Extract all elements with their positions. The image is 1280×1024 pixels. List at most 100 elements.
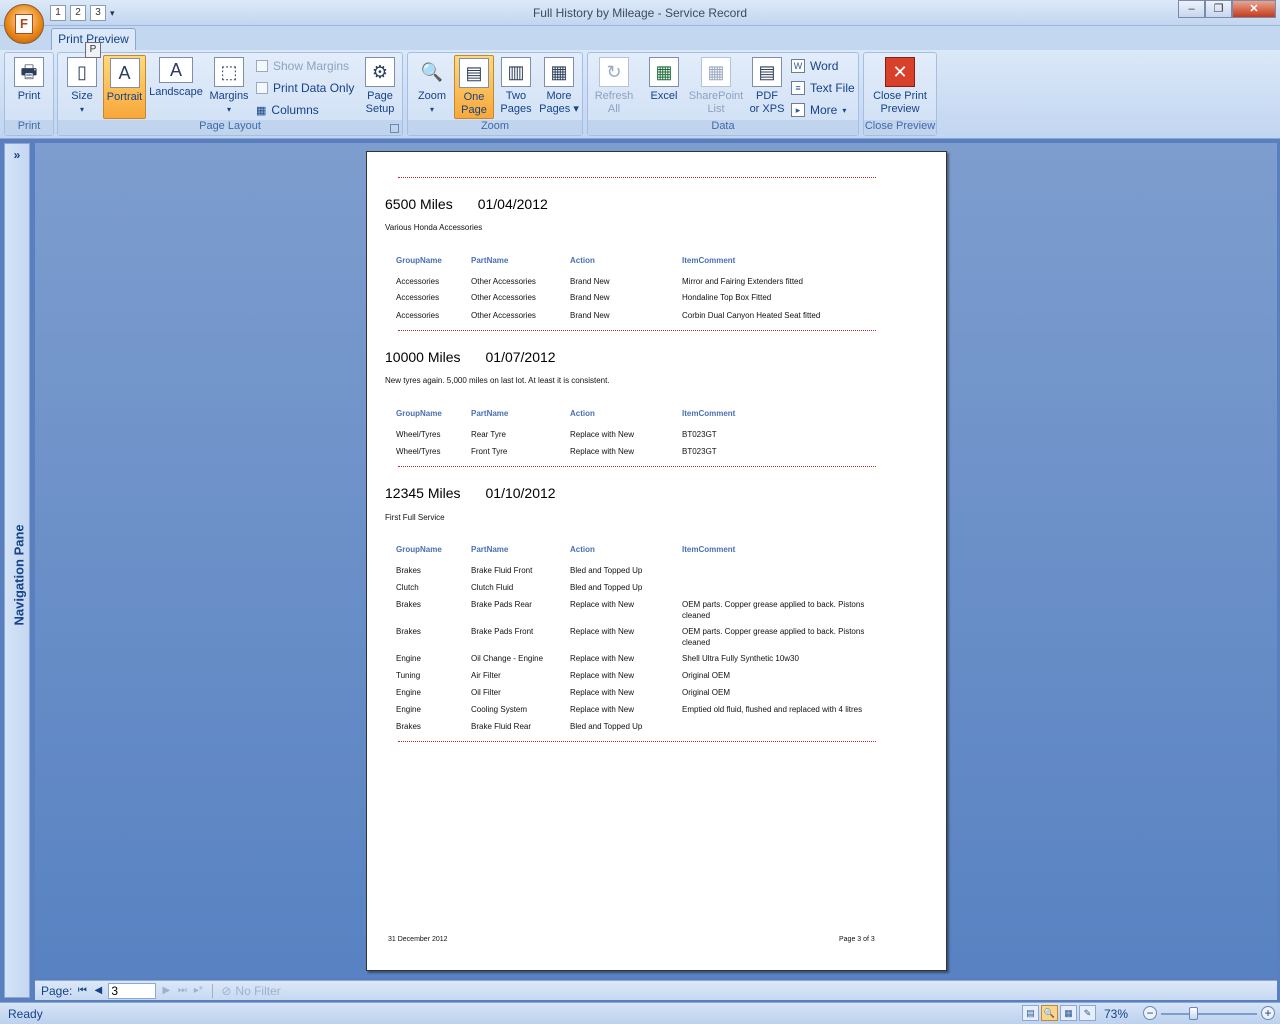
next-page-icon[interactable]: ▶	[160, 985, 172, 996]
table-cell: Accessories	[396, 311, 440, 320]
previous-page-icon[interactable]: ◀	[92, 985, 104, 996]
divider	[212, 983, 214, 998]
group-print: 🖶 Print Print	[4, 52, 54, 136]
section-heading: 10000 Miles 01/07/2012	[385, 349, 556, 365]
zoom-label: Zoom	[417, 90, 447, 102]
column-header: GroupName	[396, 545, 442, 554]
footer-date: 31 December 2012	[388, 936, 448, 943]
page-setup-button[interactable]: ⚙ Page Setup	[360, 55, 400, 116]
table-cell: Emptied old fluid, flushed and replaced …	[682, 705, 863, 714]
excel-export-button[interactable]: ▦ Excel	[644, 55, 684, 103]
text-file-export-button[interactable]: ≡ Text File	[791, 81, 855, 95]
qat-key-1[interactable]: 1	[50, 5, 66, 21]
report-view-icon[interactable]: ▤	[1022, 1005, 1039, 1021]
columns-icon: ▦	[256, 104, 267, 117]
zoom-in-button[interactable]: +	[1261, 1006, 1275, 1020]
zoom-slider-thumb[interactable]	[1189, 1007, 1198, 1020]
magnifier-icon: 🔍	[420, 61, 444, 82]
navigation-pane[interactable]: » Navigation Pane	[4, 143, 30, 998]
close-window-button[interactable]: ✕	[1232, 0, 1276, 18]
one-page-button[interactable]: ▤ One Page	[454, 55, 494, 119]
table-cell: Wheel/Tyres	[396, 430, 441, 439]
refresh-all-button[interactable]: ↻ Refresh All	[592, 55, 636, 116]
qat-key-3[interactable]: 3	[90, 5, 106, 21]
portrait-label: Portrait	[106, 91, 143, 103]
page-setup-label-2: Setup	[365, 103, 395, 115]
more-export-button[interactable]: ▸ More ▾	[791, 103, 846, 117]
filter-indicator[interactable]: ⊘ No Filter	[221, 984, 280, 998]
excel-label: Excel	[650, 90, 678, 102]
zoom-out-button[interactable]: −	[1143, 1006, 1157, 1020]
page-size-icon: ▯	[67, 57, 97, 87]
column-header: Action	[570, 409, 595, 418]
column-header: PartName	[471, 545, 509, 554]
page-number-input[interactable]	[108, 982, 157, 999]
window-controls: – ❐ ✕	[1178, 0, 1276, 18]
section-description: Various Honda Accessories	[385, 223, 483, 232]
group-label-print: Print	[5, 120, 53, 135]
table-cell: Clutch Fluid	[471, 583, 514, 592]
sharepoint-icon: ▦	[701, 57, 731, 87]
expand-chevron-icon[interactable]: »	[5, 148, 29, 162]
minimize-button[interactable]: –	[1178, 0, 1205, 18]
first-page-icon[interactable]: ⏮	[76, 985, 88, 996]
two-pages-button[interactable]: ▥ Two Pages	[496, 55, 536, 116]
table-cell: Oil Change - Engine	[471, 654, 544, 663]
section-heading: 12345 Miles 01/10/2012	[385, 485, 556, 501]
table-cell: Oil Filter	[471, 688, 501, 697]
last-page-icon[interactable]: ⏭	[176, 985, 188, 996]
zoom-slider-track[interactable]	[1161, 1013, 1257, 1015]
columns-button[interactable]: ▦ Columns	[256, 103, 319, 117]
qat-key-2[interactable]: 2	[70, 5, 86, 21]
table-cell: Brakes	[396, 722, 421, 731]
page-setup-label-1: Page	[367, 90, 393, 102]
margins-button[interactable]: ⬚ Margins ▾	[206, 55, 252, 116]
word-export-button[interactable]: W Word	[791, 59, 838, 73]
text-file-label: Text File	[810, 81, 855, 95]
restore-button[interactable]: ❐	[1205, 0, 1232, 18]
checkbox-icon	[256, 82, 268, 94]
portrait-icon: A	[109, 58, 140, 88]
group-label-zoom: Zoom	[408, 120, 582, 135]
more-pages-icon: ▦	[544, 57, 574, 87]
table-cell: Other Accessories	[471, 311, 536, 320]
table-cell: Other Accessories	[471, 277, 536, 286]
group-label-page-layout: Page Layout	[58, 120, 402, 135]
table-cell: Replace with New	[570, 447, 635, 456]
table-cell: Mirror and Fairing Extenders fitted	[682, 277, 803, 286]
zoom-button[interactable]: 🔍 Zoom ▾	[412, 55, 452, 116]
print-data-only-checkbox[interactable]: Print Data Only	[256, 81, 354, 95]
filter-label: No Filter	[235, 983, 281, 998]
sharepoint-list-button[interactable]: ▦ SharePoint List	[686, 55, 746, 116]
table-cell: Brand New	[570, 293, 610, 302]
more-export-icon: ▸	[791, 103, 805, 117]
close-print-preview-button[interactable]: ✕ Close Print Preview	[866, 55, 934, 116]
design-view-icon[interactable]: ✎	[1079, 1005, 1096, 1021]
table-cell: Original OEM	[682, 671, 731, 680]
portrait-button[interactable]: A Portrait	[103, 55, 146, 119]
office-button[interactable]: F	[4, 4, 44, 44]
dialog-launcher-icon[interactable]	[390, 124, 399, 133]
qat-customize-icon[interactable]: ▾	[110, 8, 115, 19]
table-cell: OEM parts. Copper grease applied to back…	[682, 600, 865, 620]
pdf-xps-button[interactable]: ▤ PDF or XPS	[748, 55, 786, 116]
navigation-pane-label: Navigation Pane	[11, 524, 27, 626]
table-cell: Accessories	[396, 293, 440, 302]
table-cell: Replace with New	[570, 688, 635, 697]
layout-view-icon[interactable]: ▦	[1060, 1005, 1077, 1021]
table-cell: Front Tyre	[471, 447, 508, 456]
print-button[interactable]: 🖶 Print	[10, 55, 48, 103]
ribbon: 🖶 Print Print ▯ Size ▾ A Portrait A Land…	[0, 50, 1280, 139]
status-bar: Ready ▤ 🔍 ▦ ✎ 73% − +	[0, 1002, 1280, 1024]
table-cell: OEM parts. Copper grease applied to back…	[682, 627, 865, 647]
print-data-only-label: Print Data Only	[273, 81, 355, 95]
report-page: 31 December 2012 Page 3 of 3 6500 Miles 0…	[366, 151, 947, 971]
table-cell: Original OEM	[682, 688, 731, 697]
excel-icon: ▦	[649, 57, 679, 87]
landscape-button[interactable]: A Landscape	[148, 55, 204, 99]
size-button[interactable]: ▯ Size ▾	[64, 55, 100, 116]
show-margins-checkbox[interactable]: Show Margins	[256, 59, 349, 73]
more-pages-button[interactable]: ▦ More Pages ▾	[538, 55, 580, 116]
print-preview-icon[interactable]: 🔍	[1041, 1005, 1058, 1021]
more-label: More	[810, 103, 838, 117]
